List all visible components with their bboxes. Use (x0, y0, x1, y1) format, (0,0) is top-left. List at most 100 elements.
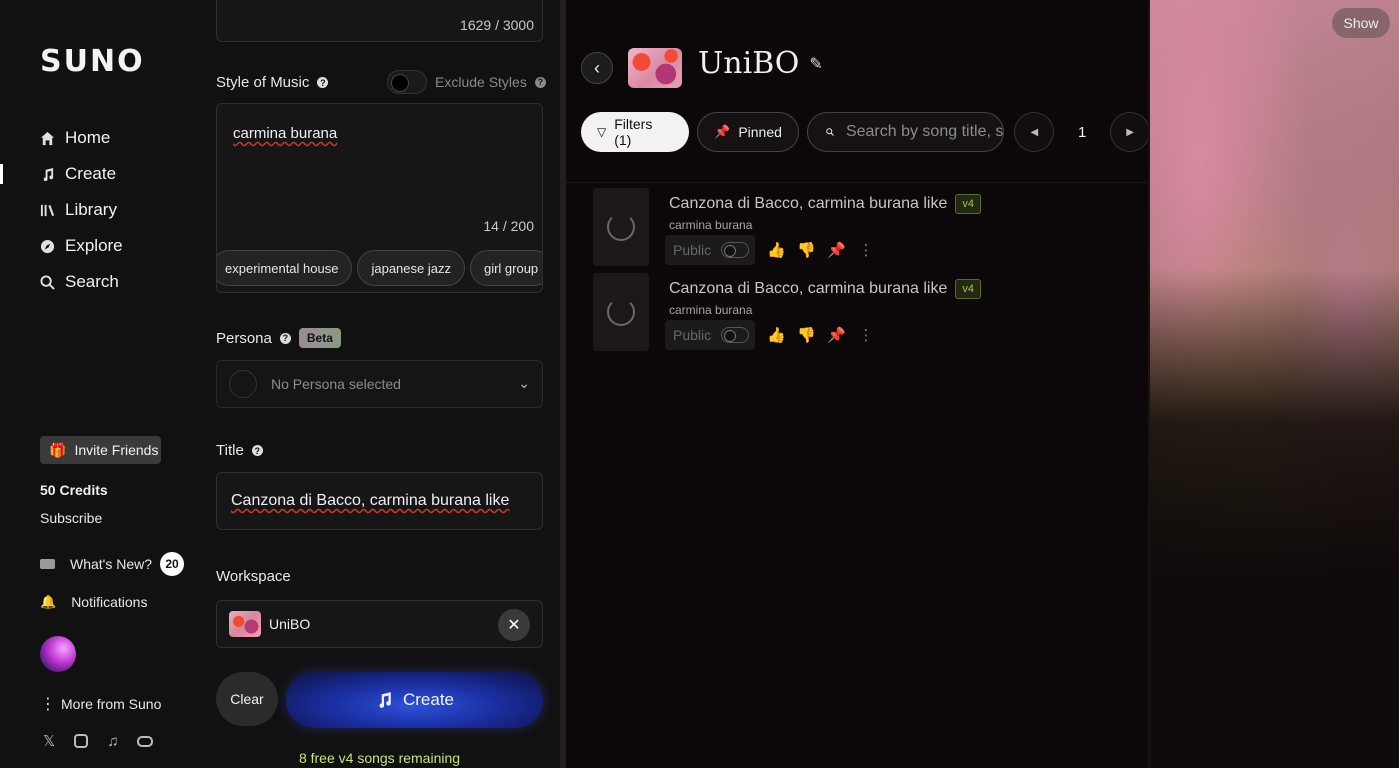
pin-icon[interactable]: 📌 (827, 241, 846, 259)
whats-new-link[interactable]: What's New? 20 (40, 552, 185, 576)
more-vertical-icon[interactable]: ⋮ (857, 241, 875, 259)
prev-page-button[interactable]: ◀ (1014, 112, 1055, 152)
cover-art-background (1150, 0, 1399, 768)
pin-icon[interactable]: 📌 (827, 326, 846, 344)
more-label: More from Suno (61, 696, 162, 712)
song-thumbnail (593, 273, 649, 351)
songs-remaining: 8 free v4 songs remaining (298, 750, 461, 766)
workspace-label-text: Workspace (216, 568, 291, 585)
thumbs-up-icon[interactable]: 👍 (767, 241, 786, 259)
pencil-icon[interactable]: ✎ (809, 54, 822, 73)
chevron-left-icon: ‹ (594, 57, 600, 78)
song-row[interactable]: Canzona di Bacco, carmina burana like v4… (593, 188, 1133, 268)
persona-placeholder-icon (229, 370, 257, 398)
style-chip[interactable]: girl group (469, 250, 542, 286)
version-badge: v4 (955, 279, 981, 299)
song-style[interactable]: carmina burana (669, 303, 752, 317)
style-of-music-input[interactable]: carmina burana 14 / 200 experimental hou… (216, 103, 543, 293)
notifications-link[interactable]: 🔔 Notifications (40, 594, 147, 610)
library-icon (40, 204, 55, 216)
title-input[interactable]: Canzona di Bacco, carmina burana like (216, 472, 543, 530)
song-search-input[interactable]: Search by song title, s (806, 112, 1005, 152)
toggle-switch[interactable] (721, 242, 750, 258)
tiktok-icon[interactable]: ♫ (104, 732, 122, 750)
song-actions: Public 👍 👎 📌 ⋮ (665, 320, 875, 350)
back-button[interactable]: ‹ (581, 52, 613, 84)
workspace-value: UniBO (269, 616, 311, 632)
public-label: Public (673, 327, 712, 343)
more-from-suno-link[interactable]: ⋮ More from Suno (40, 694, 161, 714)
pinned-button[interactable]: 📌 Pinned (697, 112, 799, 152)
public-toggle[interactable]: Public (665, 235, 755, 265)
song-row[interactable]: Canzona di Bacco, carmina burana like v4… (593, 273, 1133, 353)
thumbs-down-icon[interactable]: 👎 (797, 241, 816, 259)
notifications-label: Notifications (71, 594, 148, 610)
song-title[interactable]: Canzona di Bacco, carmina burana like v4 (669, 194, 981, 214)
title-label-text: Title (216, 442, 244, 459)
sidebar-item-explore[interactable]: Explore (40, 233, 123, 259)
help-icon[interactable]: ? (279, 332, 291, 344)
title-value: Canzona di Bacco, carmina burana like (231, 492, 510, 509)
style-counter: 14 / 200 (483, 218, 534, 234)
public-label: Public (673, 242, 712, 258)
whats-new-badge: 20 (160, 552, 185, 576)
lyrics-counter: 1629 / 3000 (460, 17, 534, 33)
create-button[interactable]: Create (286, 672, 543, 728)
exclude-styles-toggle[interactable]: Exclude Styles ? (387, 70, 546, 94)
persona-select[interactable]: No Persona selected ⌄ (216, 360, 543, 408)
song-thumbnail (593, 188, 649, 266)
help-icon[interactable]: ? (317, 77, 329, 88)
sidebar-item-label: Library (65, 200, 117, 219)
workspace-cover (628, 48, 682, 88)
search-placeholder: Search by song title, s (845, 123, 1004, 140)
style-of-music-label: Style of Music ? (216, 74, 329, 91)
persona-label: Persona ? Beta (216, 328, 341, 348)
exclude-label: Exclude Styles (435, 74, 527, 90)
toggle-switch[interactable] (721, 327, 750, 343)
invite-label: Invite Friends (74, 442, 159, 458)
suno-logo[interactable]: SUNO (40, 44, 145, 79)
social-links: 𝕏 ♫ (40, 732, 154, 750)
discord-icon[interactable] (136, 732, 154, 750)
lyrics-textarea[interactable]: 1629 / 3000 (216, 0, 543, 42)
style-chip[interactable]: japanese jazz (357, 250, 465, 286)
public-toggle[interactable]: Public (665, 320, 755, 350)
invite-friends-button[interactable]: 🎁 Invite Friends (40, 436, 161, 464)
song-style[interactable]: carmina burana (669, 218, 752, 232)
sidebar-item-home[interactable]: Home (40, 125, 110, 151)
clear-button[interactable]: Clear (216, 672, 278, 726)
sidebar-item-label: Home (65, 128, 111, 147)
music-note-icon (43, 167, 54, 181)
instagram-icon[interactable] (72, 732, 90, 750)
filter-icon: ▽ (597, 125, 607, 139)
avatar[interactable] (40, 636, 76, 672)
thumbs-down-icon[interactable]: 👎 (797, 326, 816, 344)
pinned-label: Pinned (738, 124, 782, 140)
sidebar-item-search[interactable]: Search (40, 269, 119, 295)
sidebar-item-create[interactable]: Create (40, 161, 116, 187)
page-number: 1 (1078, 123, 1087, 141)
next-page-button[interactable]: ▶ (1110, 112, 1151, 152)
close-icon[interactable]: ✕ (498, 609, 530, 641)
workspace-label: Workspace (216, 568, 291, 585)
list-divider (566, 182, 1150, 183)
subscribe-link[interactable]: Subscribe (40, 510, 102, 526)
style-chip[interactable]: experimental house (217, 250, 353, 286)
show-button[interactable]: Show (1332, 8, 1390, 38)
filters-button[interactable]: ▽ Filters (1) (581, 112, 690, 152)
more-vertical-icon[interactable]: ⋮ (857, 326, 875, 344)
workspace-select[interactable]: UniBO ✕ (216, 600, 543, 648)
beta-badge: Beta (298, 328, 341, 348)
style-label-text: Style of Music (216, 74, 310, 91)
help-icon[interactable]: ? (251, 445, 263, 456)
help-icon[interactable]: ? (534, 76, 546, 88)
persona-placeholder: No Persona selected (271, 376, 401, 392)
style-suggestions: experimental house japanese jazz girl gr… (217, 250, 542, 286)
thumbs-up-icon[interactable]: 👍 (767, 326, 786, 344)
x-twitter-icon[interactable]: 𝕏 (40, 732, 58, 750)
sidebar-item-library[interactable]: Library (40, 197, 117, 223)
song-title[interactable]: Canzona di Bacco, carmina burana like v4 (669, 279, 981, 299)
sidebar-item-label: Search (65, 272, 119, 291)
toggle-switch[interactable] (387, 70, 427, 94)
music-note-icon (379, 692, 391, 708)
